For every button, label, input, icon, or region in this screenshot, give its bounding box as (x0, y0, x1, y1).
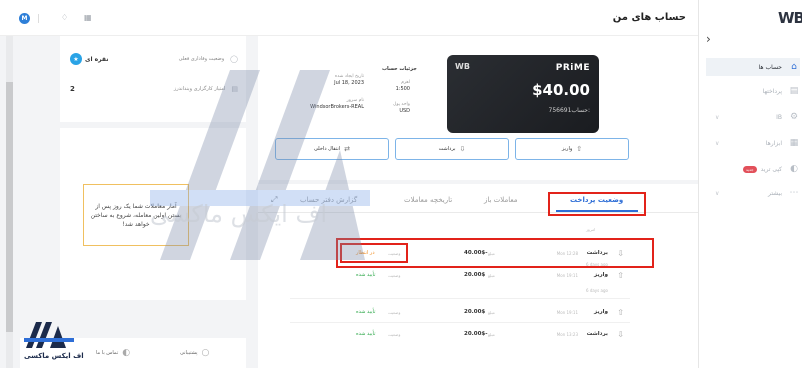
deposit-icon: ⇧ (617, 308, 624, 317)
sidebar-item-label: پرداختها (762, 87, 782, 95)
divider (38, 14, 39, 23)
tx-time: Mon 13:23 (556, 332, 578, 337)
tx-amount: 20.00$- (464, 331, 488, 337)
download-icon: ⇩ (459, 145, 466, 153)
support-label: پشتیبانی (180, 350, 198, 356)
sidebar-item-label: IB (776, 113, 782, 121)
withdraw-button[interactable]: برداشت ⇩ (395, 138, 509, 160)
collapse-sidebar-icon[interactable]: › (706, 32, 711, 46)
copy-icon: ◐ (790, 164, 798, 174)
status-badge: تأیید شده (356, 331, 376, 337)
account-number: 756691حساب: (548, 107, 590, 114)
transaction-row[interactable]: ⇧ واریز Mon 19:11 20.00$ مبلغ تأیید شده … (340, 268, 630, 284)
tab-open-trades[interactable]: معاملات باز (484, 196, 517, 204)
chevron-down-icon: ∨ (715, 114, 720, 121)
status-badge: تأیید شده (356, 272, 376, 278)
account-type: PRiME (555, 63, 590, 73)
tx-amount: 20.00$ (464, 272, 486, 278)
chevron-down-icon: ∨ (715, 140, 720, 147)
bell-icon[interactable]: ♢ (61, 13, 68, 22)
sidebar-item-tools[interactable]: ابزارها ▦ (706, 134, 800, 152)
account-card[interactable]: WB PRiME $40.00 756691حساب: (447, 55, 599, 133)
sidebar-item-ib[interactable]: IB ⚙ (706, 108, 800, 126)
details-title: جزئیات حساب (382, 66, 417, 72)
tab-payment-status[interactable]: وضعیت پرداخت (570, 196, 623, 204)
scrollbar-thumb[interactable] (6, 82, 13, 332)
sidebar-item-payments[interactable]: پرداختها ▤ (706, 82, 800, 100)
tx-time: Mon 19:11 (556, 273, 578, 278)
contact-link[interactable]: تماس با ما ◐ (96, 348, 130, 358)
watermark-logo (150, 70, 370, 260)
gift-icon[interactable]: ▦ (84, 13, 92, 22)
tx-amount: 20.00$ (464, 309, 486, 315)
row-divider (290, 298, 630, 299)
sidebar-item-copy-trade[interactable]: جدید کپی ترید ◐ (706, 160, 800, 178)
medal-icon: ★ (70, 53, 82, 65)
tx-type: برداشت (586, 250, 608, 256)
loyalty-value: نقره ای (85, 55, 109, 63)
deposit-icon: ⇧ (617, 271, 624, 280)
tx-type: واریز (594, 272, 608, 278)
tx-status-label: وضعیت (388, 310, 401, 315)
tx-amount: 40.00$- (464, 250, 488, 256)
row-divider (290, 322, 630, 323)
tx-amount-label: مبلغ (488, 310, 495, 315)
group-date: امروز (586, 227, 596, 232)
status-badge: تأیید شده (356, 309, 376, 315)
chevron-down-icon: ∨ (715, 190, 720, 197)
tab-trade-history[interactable]: تاریخچه معاملات (404, 196, 452, 204)
network-icon: ⚙ (789, 112, 799, 122)
tx-amount-label: مبلغ (488, 273, 495, 278)
grid-icon: ▦ (789, 138, 799, 148)
support-link[interactable]: پشتیبانی ○ (180, 348, 209, 358)
transaction-row[interactable]: ⇩ برداشت Mon 13:23 20.00$- مبلغ تأیید شد… (340, 327, 630, 343)
chat-icon: ○ (201, 348, 210, 358)
wallet-icon: ▤ (789, 86, 799, 96)
brand-name: اف ایکس ماکسی (24, 352, 84, 360)
tx-status-label: وضعیت (388, 273, 401, 278)
withdraw-icon: ⇩ (617, 249, 624, 258)
withdraw-icon: ⇩ (617, 330, 624, 339)
watermark-text: اف ایکس ماکسی (150, 200, 328, 228)
tx-status-label: وضعیت (388, 332, 401, 337)
tx-type: برداشت (586, 331, 608, 337)
sidebar-item-label: بیشتر (768, 189, 782, 197)
sidebar-item-label: کپی ترید (760, 165, 782, 173)
sidebar-item-accounts[interactable]: حساب ها ⌂ (706, 58, 800, 76)
tx-type: واریز (594, 309, 608, 315)
top-bar: M ♢ ▦ حساب های من (0, 0, 698, 36)
sidebar-item-label: ابزارها (765, 139, 782, 147)
detail-leverage: اهرم 1:500 (395, 80, 410, 92)
tx-time: Mon 12:28 (556, 251, 578, 256)
app-logo[interactable]: WB (778, 9, 802, 27)
card-brand-mark: WB (455, 62, 470, 71)
tx-time: Mon 19:11 (556, 310, 578, 315)
transaction-row[interactable]: ⇧ واریز Mon 19:11 20.00$ مبلغ تأیید شده … (340, 305, 630, 321)
contact-label: تماس با ما (96, 350, 119, 356)
page-title: حساب های من (612, 12, 686, 23)
avatar[interactable]: M (19, 13, 30, 24)
tx-amount-label: مبلغ (488, 251, 495, 256)
tx-amount-label: مبلغ (488, 332, 495, 337)
sidebar-item-more[interactable]: بیشتر ⋯ (706, 184, 800, 202)
home-icon: ⌂ (791, 62, 797, 72)
group-date: 6 days ago (586, 262, 608, 267)
sidebar-item-label: حساب ها (758, 63, 782, 71)
transaction-row[interactable]: ⇩ برداشت Mon 12:28 40.00$- مبلغ در انتظا… (340, 246, 630, 262)
account-balance: $40.00 (532, 81, 590, 99)
trader-score-value: 2 (70, 85, 75, 93)
new-badge: جدید (742, 165, 757, 173)
more-icon: ⋯ (789, 188, 799, 198)
headset-icon: ◐ (122, 348, 131, 358)
upload-icon: ⇧ (576, 145, 583, 153)
tx-status-label: وضعیت (388, 251, 401, 256)
loyalty-badge: ★ نقره ای (70, 53, 109, 65)
deposit-button[interactable]: واریز ⇧ (515, 138, 629, 160)
detail-currency: واحد پول USD (393, 102, 410, 114)
group-date: 6 days ago (586, 288, 608, 293)
